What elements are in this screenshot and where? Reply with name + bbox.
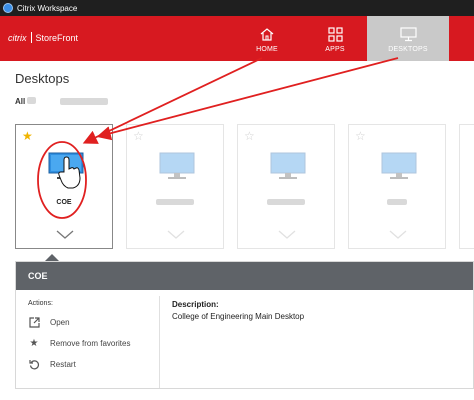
nav-home-label: HOME — [256, 46, 278, 53]
brand-name: citrix — [8, 32, 27, 43]
remove-favorite-action[interactable]: ★ Remove from favorites — [28, 337, 158, 349]
home-icon — [259, 26, 275, 42]
desktop-tile-label-redacted — [349, 199, 445, 206]
description-text: College of Engineering Main Desktop — [172, 312, 305, 321]
window-titlebar: Citrix Workspace — [0, 0, 474, 16]
filter-category-redacted[interactable] — [60, 98, 109, 105]
product-name: StoreFront — [35, 32, 79, 43]
nav-desktops-label: DESKTOPS — [388, 46, 428, 53]
description-block: Description: College of Engineering Main… — [172, 300, 304, 321]
description-title: Description: — [172, 300, 219, 309]
restart-action-label: Restart — [50, 359, 76, 369]
open-action[interactable]: Open — [28, 316, 158, 328]
desktop-tile-label-redacted — [238, 199, 334, 206]
desktop-tile-label-redacted — [127, 199, 223, 206]
details-title: COE — [16, 262, 473, 290]
nav-desktops[interactable]: DESKTOPS — [367, 16, 449, 61]
actions-title: Actions: — [28, 300, 53, 307]
desktop-tile-redacted-2[interactable]: ☆ — [237, 124, 335, 249]
remove-favorite-label: Remove from favorites — [50, 338, 131, 348]
favorite-star-icon[interactable]: ★ — [22, 130, 33, 142]
brand-logo: citrix StoreFront — [8, 32, 78, 43]
filter-all[interactable]: All — [15, 97, 37, 106]
citrix-workspace-icon — [3, 3, 13, 13]
monitor-icon — [399, 26, 417, 42]
desktop-tile-label: COE — [56, 199, 72, 206]
desktop-tile-redacted-3[interactable]: ☆ — [348, 124, 446, 249]
actions-list: Actions: Open ★ Remove from favorites Re… — [28, 300, 158, 370]
desktop-tile-partial[interactable] — [459, 124, 474, 249]
open-external-icon — [28, 316, 40, 328]
favorite-star-outline-icon[interactable]: ☆ — [244, 130, 255, 142]
nav-apps-label: APPS — [325, 46, 345, 53]
brand-divider — [30, 32, 32, 43]
nav-home[interactable]: HOME — [246, 16, 288, 61]
restart-icon — [28, 358, 40, 370]
page-title: Desktops — [15, 71, 70, 86]
chevron-down-icon[interactable] — [167, 230, 185, 240]
details-divider — [159, 296, 160, 388]
restart-action[interactable]: Restart — [28, 358, 158, 370]
desktop-details-panel: COE Actions: Open ★ Remove from favorite… — [15, 261, 474, 389]
desktop-monitor-icon — [381, 152, 417, 179]
window-title: Citrix Workspace — [17, 3, 78, 13]
chevron-down-icon[interactable] — [278, 230, 296, 240]
apps-grid-icon — [327, 26, 343, 42]
favorite-star-outline-icon[interactable]: ☆ — [133, 130, 144, 142]
desktop-monitor-icon — [270, 152, 306, 179]
favorite-star-outline-icon[interactable]: ☆ — [355, 130, 366, 142]
open-action-label: Open — [50, 317, 70, 327]
desktop-tile-redacted-1[interactable]: ☆ — [126, 124, 224, 249]
category-filters: All — [15, 97, 109, 106]
desktop-monitor-icon — [48, 152, 84, 179]
nav-apps[interactable]: APPS — [314, 16, 356, 61]
chevron-down-icon[interactable] — [389, 230, 407, 240]
desktop-monitor-icon — [159, 152, 195, 179]
desktop-tile-coe[interactable]: ★ COE — [15, 124, 113, 249]
storefront-header: citrix StoreFront HOME APPS DESKTOPS — [0, 16, 474, 61]
chevron-down-icon[interactable] — [56, 230, 74, 240]
star-icon: ★ — [29, 337, 39, 349]
